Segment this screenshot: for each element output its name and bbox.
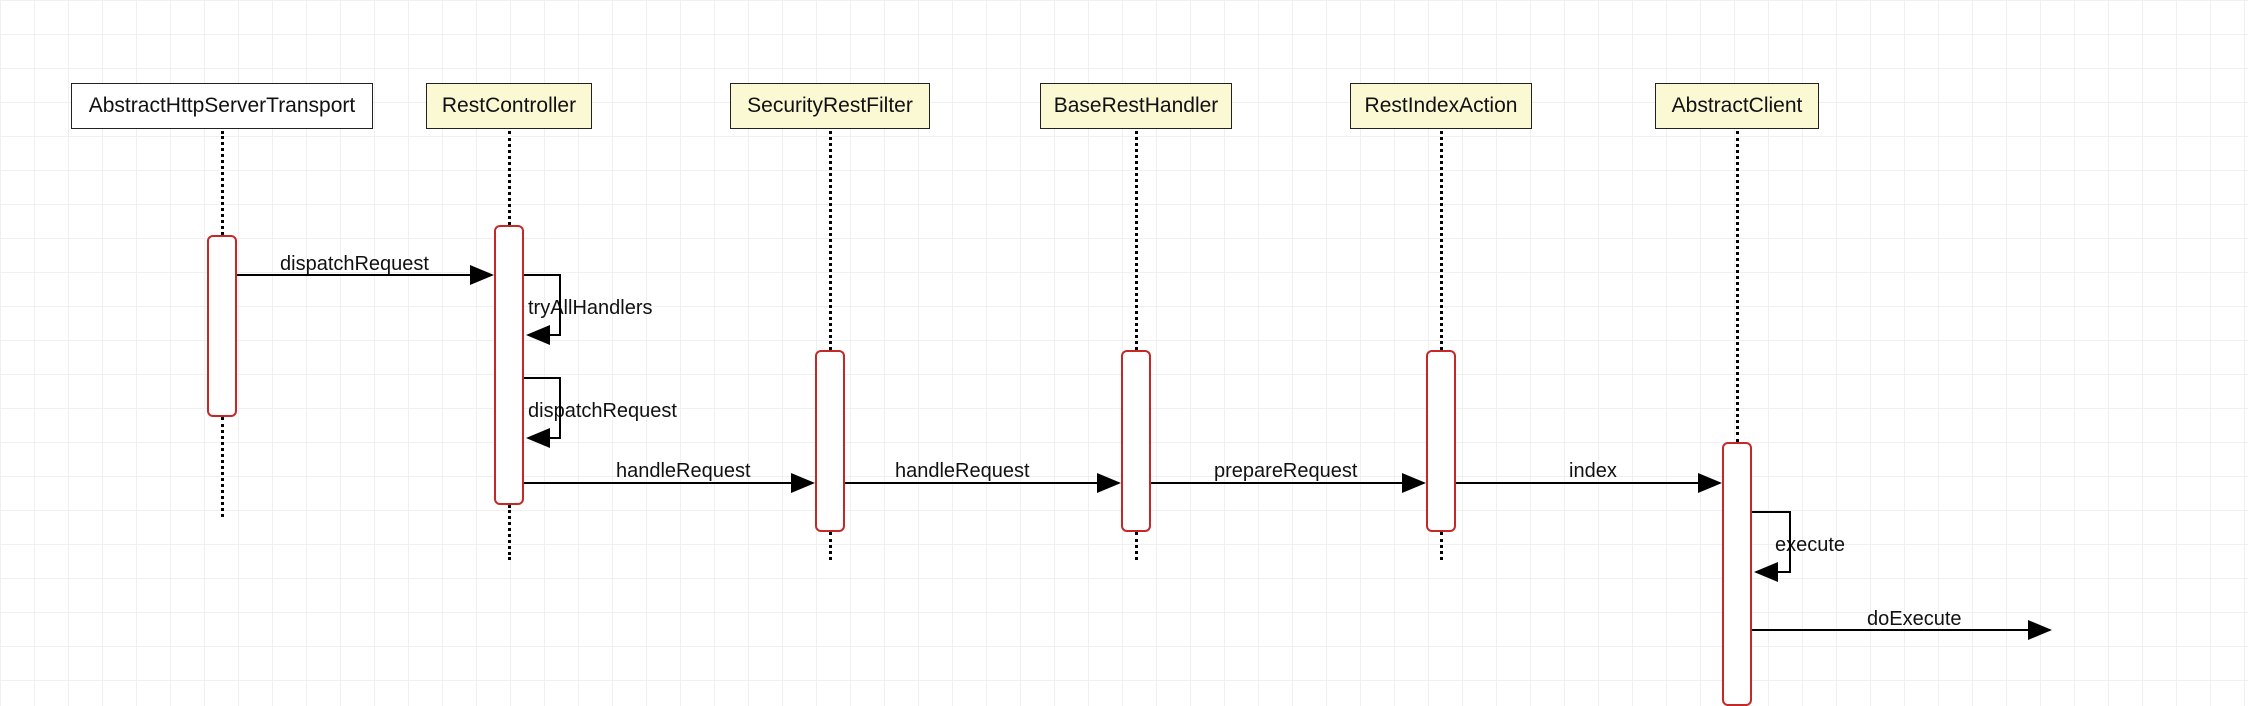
message-label: dispatchRequest — [528, 400, 677, 423]
activation-bar — [1121, 350, 1151, 532]
message-label: tryAllHandlers — [528, 297, 652, 320]
message-label: handleRequest — [616, 460, 751, 483]
participant-rest-controller: RestController — [426, 83, 592, 129]
lifeline — [1440, 532, 1443, 560]
activation-bar — [207, 235, 237, 417]
participant-label: RestController — [442, 94, 576, 118]
activation-bar — [815, 350, 845, 532]
participant-label: AbstractClient — [1672, 94, 1803, 118]
participant-label: AbstractHttpServerTransport — [89, 94, 355, 118]
participant-abstract-client: AbstractClient — [1655, 83, 1819, 129]
participant-base-rest-handler: BaseRestHandler — [1040, 83, 1232, 129]
lifeline — [1135, 131, 1138, 350]
participant-label: SecurityRestFilter — [747, 94, 913, 118]
participant-rest-index-action: RestIndexAction — [1350, 83, 1532, 129]
participant-abstract-http-server-transport: AbstractHttpServerTransport — [71, 83, 373, 129]
activation-bar — [1722, 442, 1752, 706]
lifeline — [829, 131, 832, 350]
lifeline — [508, 131, 511, 225]
message-label: execute — [1775, 534, 1845, 557]
activation-bar — [1426, 350, 1456, 532]
lifeline — [221, 417, 224, 517]
lifeline — [1736, 131, 1739, 442]
lifeline — [1440, 131, 1443, 350]
activation-bar — [494, 225, 524, 505]
message-label: doExecute — [1867, 608, 1962, 631]
participant-security-rest-filter: SecurityRestFilter — [730, 83, 930, 129]
lifeline — [1135, 532, 1138, 560]
participant-label: BaseRestHandler — [1054, 94, 1219, 118]
lifeline — [221, 131, 224, 235]
message-label: dispatchRequest — [280, 253, 429, 276]
message-label: prepareRequest — [1214, 460, 1357, 483]
message-label: index — [1569, 460, 1617, 483]
message-label: handleRequest — [895, 460, 1030, 483]
participant-label: RestIndexAction — [1365, 94, 1518, 118]
lifeline — [829, 532, 832, 560]
lifeline — [508, 505, 511, 560]
